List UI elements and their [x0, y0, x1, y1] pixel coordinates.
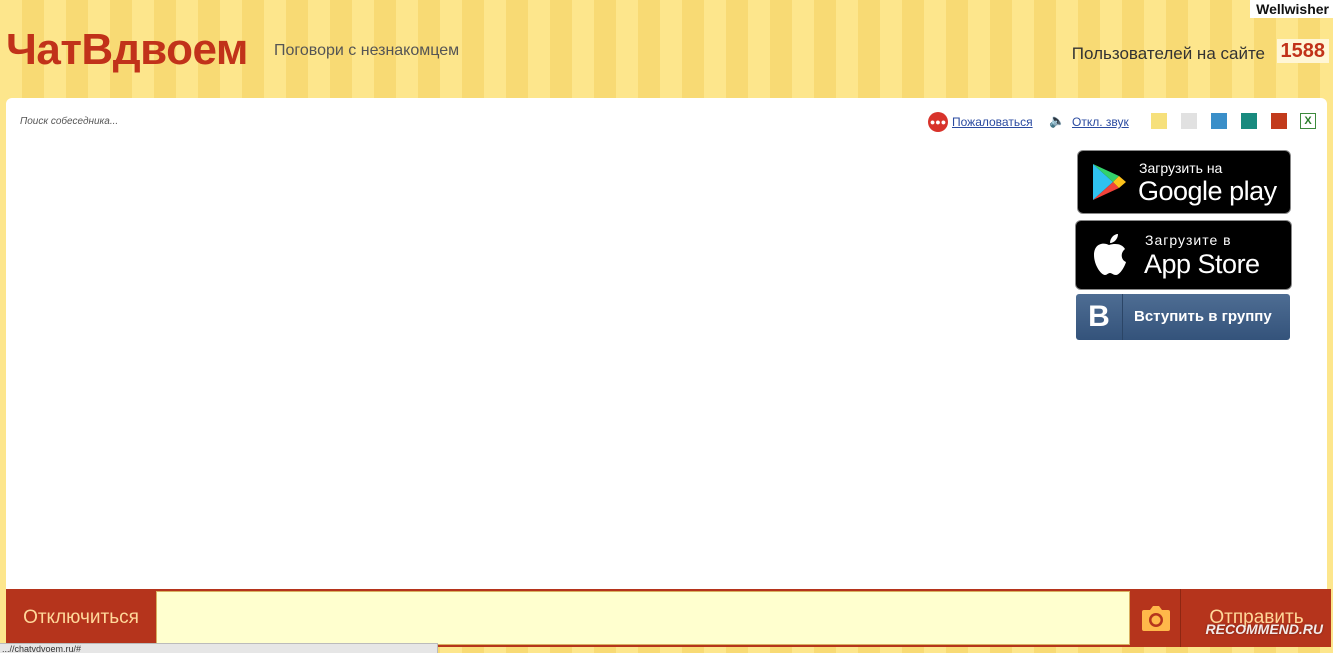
online-users-count: 1588 [1276, 39, 1329, 63]
theme-swatch-blue[interactable] [1211, 113, 1227, 129]
app-store-button[interactable]: Загрузите в App Store [1075, 220, 1292, 290]
bottom-bar: Отключиться Отправить [6, 589, 1331, 647]
google-play-small-label: Загрузить на [1139, 160, 1223, 176]
app-store-small-label: Загрузите в [1145, 232, 1232, 248]
theme-swatch-gray[interactable] [1181, 113, 1197, 129]
app-store-big-label: App Store [1144, 249, 1260, 279]
chat-panel: Поиск собеседника... ●●● Пожаловаться 🔈 … [6, 98, 1327, 589]
online-users-label: Пользователей на сайте [1071, 44, 1265, 63]
site-tagline: Поговори с незнакомцем [274, 42, 460, 59]
browser-status-url: ...//chatvdvoem.ru/# [0, 643, 438, 653]
camera-icon [1142, 606, 1170, 631]
theme-swatch-yellow[interactable] [1151, 113, 1167, 129]
theme-swatch-red[interactable] [1271, 113, 1287, 129]
apple-icon [1094, 234, 1126, 275]
google-play-big-label: Google play [1138, 176, 1277, 206]
watermark-username: Wellwisher [1250, 0, 1333, 18]
google-play-icon [1093, 164, 1126, 200]
report-link[interactable]: Пожаловаться [952, 115, 1033, 129]
watermark-recommend: RECOMMEND.RU [1205, 621, 1323, 637]
send-photo-button[interactable] [1132, 589, 1181, 647]
report-icon[interactable]: ●●● [928, 112, 948, 132]
vk-icon: B [1076, 294, 1123, 340]
vk-join-label: Вступить в группу [1134, 308, 1272, 325]
theme-swatch-teal[interactable] [1241, 113, 1257, 129]
vk-join-group-button[interactable]: B Вступить в группу [1076, 294, 1290, 340]
mute-sound-link[interactable]: Откл. звук [1072, 115, 1129, 129]
excel-icon[interactable]: X [1300, 113, 1316, 129]
site-logo[interactable]: ЧатВдвоем [6, 24, 248, 76]
google-play-button[interactable]: Загрузить на Google play [1077, 150, 1291, 214]
speaker-icon[interactable]: 🔈 [1049, 114, 1065, 128]
chat-status-text: Поиск собеседника... [20, 116, 119, 127]
disconnect-button[interactable]: Отключиться [6, 589, 156, 647]
send-button[interactable]: Отправить [1182, 589, 1331, 647]
message-input[interactable] [156, 591, 1130, 645]
